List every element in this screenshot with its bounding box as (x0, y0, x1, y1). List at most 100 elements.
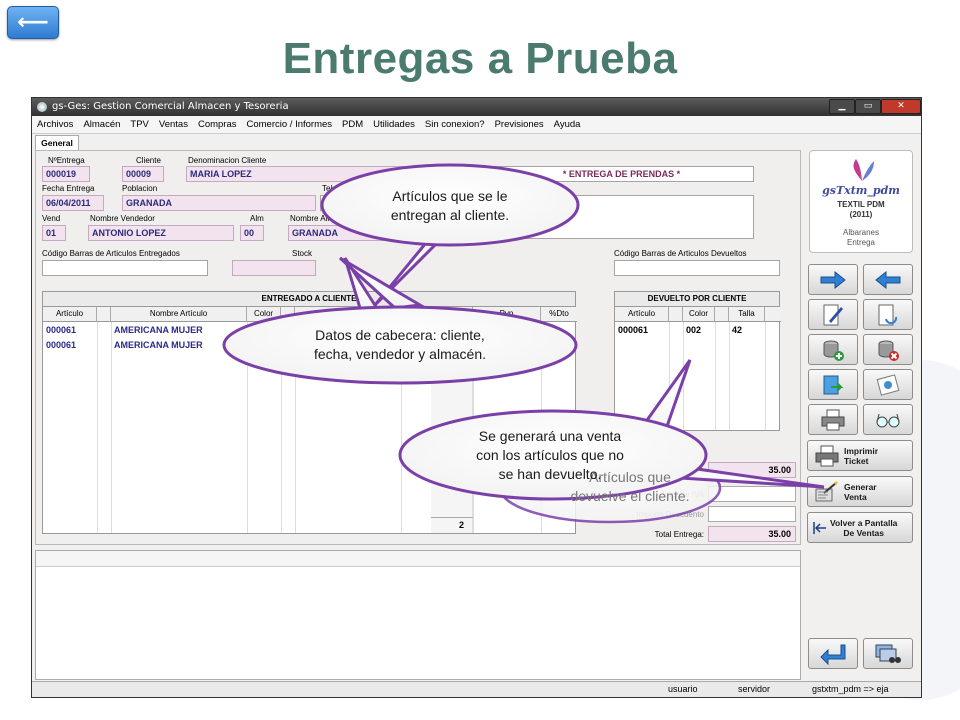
next-record-button[interactable] (808, 264, 858, 295)
menu-ventas[interactable]: Ventas (154, 116, 193, 133)
maximize-button[interactable]: ▭ (855, 99, 881, 114)
alm-field[interactable]: 00 (240, 225, 264, 241)
col-spacer-1 (97, 307, 111, 322)
export-button[interactable] (808, 369, 858, 400)
minimize-button[interactable]: ▁ (829, 99, 855, 114)
imprimir-ticket-label-1: Imprimir (844, 445, 879, 456)
pen-icon (823, 304, 843, 325)
col-nombre-color[interactable]: Nombre Color (295, 307, 401, 322)
status-app: gstxtm_pdm => eja (812, 684, 889, 694)
vend-field[interactable]: 01 (42, 225, 66, 241)
tab-general[interactable]: General (35, 135, 79, 150)
barcode-entregados-input[interactable] (42, 260, 208, 276)
menu-archivos[interactable]: Archivos (32, 116, 78, 133)
importe-descuento-label: Importe Descuento (636, 510, 704, 519)
denominacion-field[interactable]: MARIA LOPEZ (186, 166, 468, 182)
row2-articulo[interactable]: 000061 (46, 340, 76, 350)
menu-utilidades[interactable]: Utilidades (368, 116, 420, 133)
fecha-label: Fecha Entrega (42, 184, 95, 193)
window-titlebar: gs-Ges: Gestion Comercial Almacen y Teso… (32, 98, 921, 116)
barcode-entregados-label: Código Barras de Articulos Entregados (42, 249, 180, 258)
col-dto[interactable]: %Dto (541, 307, 577, 322)
col-uds[interactable]: Uds (431, 307, 473, 322)
generar-venta-button[interactable]: Generar Venta (807, 476, 913, 507)
importe-iva-field (708, 486, 796, 502)
dev-row1-articulo[interactable]: 000061 (618, 325, 648, 335)
grid-line (715, 322, 716, 430)
return-tab-icon (813, 521, 826, 534)
logo-sub-1: Albaranes (842, 228, 880, 237)
search-cards-button[interactable] (863, 638, 913, 669)
magic-wand-icon (815, 480, 838, 501)
cliente-field[interactable]: 00009 (122, 166, 164, 182)
uds-total-cell: 2 (431, 517, 473, 533)
logo-sub-2: Entrega (846, 238, 876, 247)
database-delete-icon (878, 340, 899, 361)
dev-col-articulo[interactable]: Artículo (615, 307, 669, 322)
dev-row1-talla[interactable]: 42 (732, 325, 742, 335)
callout-4-text: Se generará una venta con los artículos … (430, 427, 670, 484)
menu-tpv[interactable]: TPV (125, 116, 153, 133)
col-articulo[interactable]: Artículo (43, 307, 97, 322)
barcode-devueltos-input[interactable] (614, 260, 780, 276)
right-toolbar: gsTxtm_pdm TEXTIL PDM (2011) Albaranes E… (805, 150, 919, 695)
logo-box: gsTxtm_pdm TEXTIL PDM (2011) Albaranes E… (809, 150, 913, 253)
log-area (35, 550, 801, 680)
telefono-label: Telef (322, 184, 339, 193)
close-button[interactable]: ✕ (881, 99, 921, 114)
menu-comercio-informes[interactable]: Comercio / Informes (242, 116, 338, 133)
stock-label: Stock (292, 249, 313, 258)
row1-nombre[interactable]: AMERICANA MUJER (114, 325, 203, 335)
uds-total: 2 (459, 520, 465, 530)
dev-row1-color[interactable]: 002 (686, 325, 701, 335)
fecha-field[interactable]: 06/04/2011 (42, 195, 104, 211)
menu-previsiones[interactable]: Previsiones (490, 116, 549, 133)
return-button[interactable] (808, 638, 858, 669)
banner-entrega: * ENTREGA DE PRENDAS * (486, 166, 754, 182)
imprimir-ticket-button[interactable]: Imprimir Ticket (807, 440, 913, 471)
app-icon (37, 102, 47, 112)
add-record-button[interactable] (808, 334, 858, 365)
gallery-button[interactable] (863, 369, 913, 400)
preview-button[interactable] (863, 404, 913, 435)
document-refresh-button[interactable] (863, 299, 913, 330)
barcode-devueltos-label: Código Barras de Articulos Devueltos (614, 249, 747, 258)
col-talla[interactable]: Talla (401, 307, 431, 322)
menu-sin-conexion[interactable]: Sin conexion? (420, 116, 490, 133)
menu-compras[interactable]: Compras (193, 116, 242, 133)
col-spacer-2 (281, 307, 295, 322)
menu-pdm[interactable]: PDM (337, 116, 368, 133)
vend-label: Vend (42, 214, 61, 223)
dev-col-talla[interactable]: Talla (729, 307, 765, 322)
grid-line (97, 322, 98, 533)
edit-button[interactable] (808, 299, 858, 330)
cliente-label: Cliente (136, 156, 161, 165)
close-icon: ✕ (897, 101, 905, 111)
printer-ticket-icon (815, 445, 839, 466)
dev-col-spacer-3 (765, 307, 781, 322)
n-entrega-field[interactable]: 000019 (42, 166, 90, 182)
col-color[interactable]: Color (247, 307, 281, 322)
volver-label-1: Volver a Pantalla (830, 517, 898, 528)
binoculars-cards-icon (875, 644, 901, 663)
dev-col-color[interactable]: Color (683, 307, 715, 322)
menu-almacen[interactable]: Almacén (78, 116, 125, 133)
grid-line (683, 322, 684, 430)
menu-ayuda[interactable]: Ayuda (549, 116, 586, 133)
arrow-right-icon (820, 270, 846, 289)
nombre-almacen-field[interactable]: GRANADA (288, 225, 468, 241)
volver-pantalla-ventas-button[interactable]: Volver a Pantalla De Ventas (807, 512, 913, 543)
row1-articulo[interactable]: 000061 (46, 325, 76, 335)
nombre-vendedor-field[interactable]: ANTONIO LOPEZ (88, 225, 234, 241)
print-button[interactable] (808, 404, 858, 435)
minimize-icon: ▁ (838, 101, 846, 111)
logo-line-1: TEXTIL PDM (837, 200, 885, 209)
col-nombre-articulo[interactable]: Nombre Artículo (111, 307, 247, 322)
previous-record-button[interactable] (863, 264, 913, 295)
row2-nombre[interactable]: AMERICANA MUJER (114, 340, 203, 350)
delete-record-button[interactable] (863, 334, 913, 365)
imprimir-ticket-label-2: Ticket (844, 455, 869, 466)
poblacion-field[interactable]: GRANADA (122, 195, 316, 211)
logo-line-2: (2011) (849, 210, 873, 219)
col-pvp[interactable]: Pvp (473, 307, 541, 322)
